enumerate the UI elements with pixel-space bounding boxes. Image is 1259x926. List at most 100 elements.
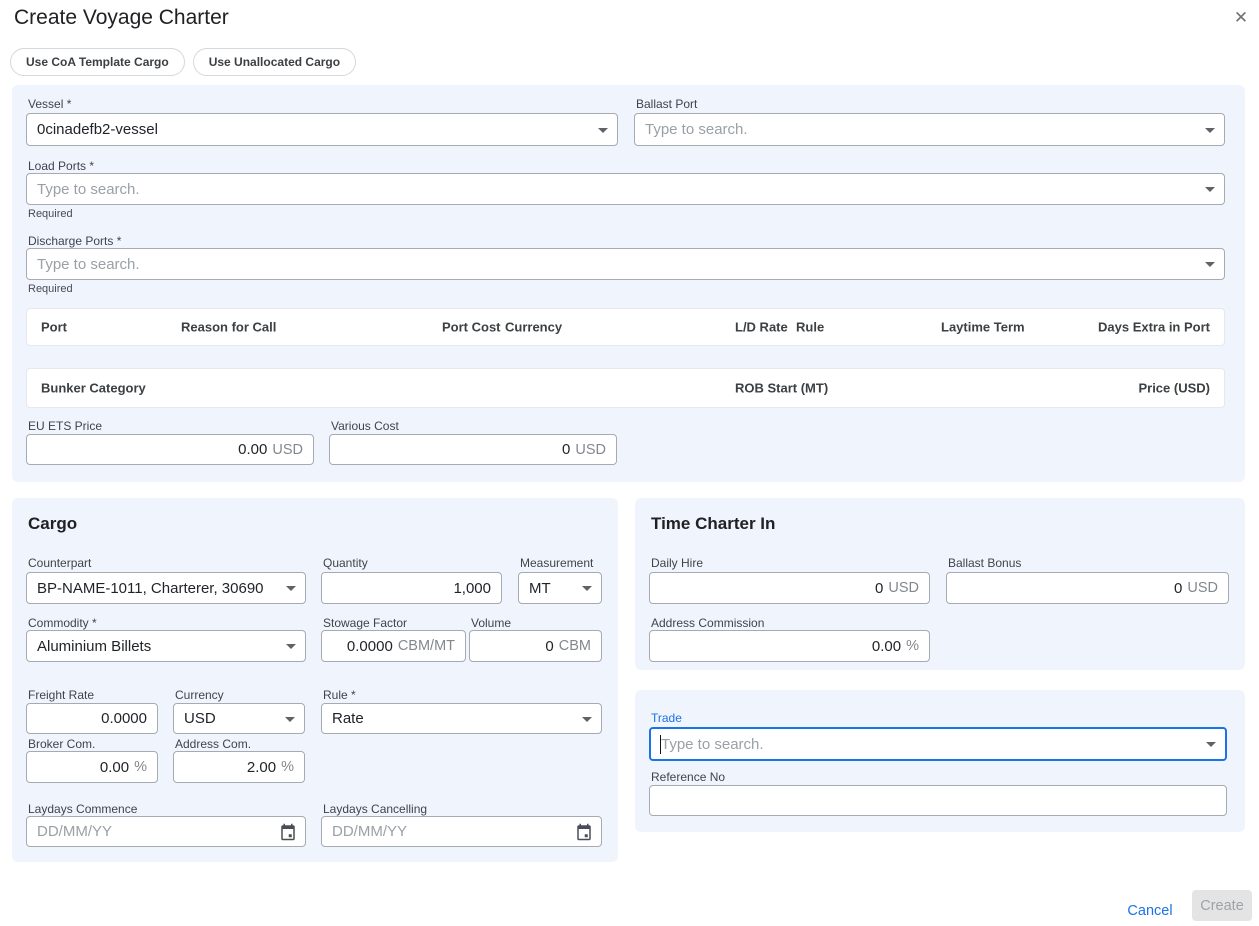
volume-label: Volume bbox=[471, 616, 511, 630]
create-button[interactable]: Create bbox=[1192, 890, 1252, 921]
vessel-value: 0cinadefb2-vessel bbox=[37, 121, 158, 138]
counterpart-value: BP-NAME-1011, Charterer, 30690 bbox=[37, 580, 264, 597]
col-laytime-term: Laytime Term bbox=[941, 320, 1025, 335]
various-cost-input[interactable]: 0 USD bbox=[329, 434, 617, 465]
laydays-cancelling-input[interactable] bbox=[332, 823, 569, 840]
counterpart-select[interactable]: BP-NAME-1011, Charterer, 30690 bbox=[26, 572, 306, 604]
col-currency: Currency bbox=[505, 320, 562, 335]
col-bunker-category: Bunker Category bbox=[41, 381, 146, 396]
col-rob-start: ROB Start (MT) bbox=[735, 381, 828, 396]
bunkers-table-header: Bunker Category ROB Start (MT) Price (US… bbox=[26, 368, 1225, 408]
reference-no-label: Reference No bbox=[651, 770, 725, 784]
currency-value: USD bbox=[184, 710, 216, 727]
rule-select[interactable]: Rate bbox=[321, 703, 602, 734]
use-unallocated-cargo-button[interactable]: Use Unallocated Cargo bbox=[193, 48, 356, 76]
ballast-bonus-label: Ballast Bonus bbox=[948, 556, 1021, 570]
chevron-down-icon bbox=[1205, 187, 1215, 192]
trade-input[interactable] bbox=[661, 736, 1199, 753]
calendar-icon[interactable] bbox=[575, 823, 593, 841]
cargo-panel: Cargo Counterpart BP-NAME-1011, Chartere… bbox=[12, 498, 618, 862]
commodity-label: Commodity * bbox=[28, 616, 97, 630]
stowage-factor-input[interactable]: 0.0000 CBM/MT bbox=[321, 630, 466, 662]
reference-no-input[interactable] bbox=[660, 792, 1216, 809]
close-icon[interactable]: ✕ bbox=[1230, 7, 1252, 29]
measurement-select[interactable]: MT bbox=[518, 572, 602, 604]
quantity-label: Quantity bbox=[323, 556, 368, 570]
rule-value: Rate bbox=[332, 710, 364, 727]
address-commission-value: 0.00 bbox=[660, 638, 901, 655]
quantity-input[interactable]: 1,000 bbox=[321, 572, 502, 604]
reference-no-field bbox=[649, 785, 1227, 816]
col-port-cost: Port Cost bbox=[442, 320, 501, 335]
chevron-down-icon bbox=[1205, 128, 1215, 133]
address-com-input[interactable]: 2.00 % bbox=[173, 751, 305, 783]
chevron-down-icon bbox=[285, 717, 295, 722]
trade-panel: Trade Reference No bbox=[635, 690, 1245, 832]
chevron-down-icon bbox=[286, 644, 296, 649]
freight-rate-input[interactable]: 0.0000 bbox=[26, 703, 158, 734]
freight-rate-label: Freight Rate bbox=[28, 688, 94, 702]
eu-ets-price-label: EU ETS Price bbox=[28, 419, 102, 433]
various-cost-value: 0 bbox=[340, 441, 570, 458]
address-com-value: 2.00 bbox=[184, 759, 276, 776]
broker-com-value: 0.00 bbox=[37, 759, 129, 776]
ballast-bonus-input[interactable]: 0 USD bbox=[946, 572, 1229, 604]
quantity-value: 1,000 bbox=[332, 580, 491, 597]
laydays-commence-input[interactable] bbox=[37, 823, 273, 840]
chevron-down-icon bbox=[1205, 262, 1215, 267]
address-com-unit: % bbox=[281, 759, 294, 775]
daily-hire-input[interactable]: 0 USD bbox=[649, 572, 930, 604]
vessel-select[interactable]: 0cinadefb2-vessel bbox=[26, 113, 618, 146]
trade-field bbox=[649, 727, 1227, 761]
time-charter-in-panel: Time Charter In Daily Hire 0 USD Ballast… bbox=[635, 498, 1245, 670]
col-days-extra-in-port: Days Extra in Port bbox=[1098, 320, 1210, 335]
col-port: Port bbox=[41, 320, 67, 335]
stowage-factor-label: Stowage Factor bbox=[323, 616, 407, 630]
use-coa-template-cargo-button[interactable]: Use CoA Template Cargo bbox=[10, 48, 185, 76]
eu-ets-price-input[interactable]: 0.00 USD bbox=[26, 434, 314, 465]
load-ports-label: Load Ports * bbox=[28, 159, 94, 173]
stowage-factor-unit: CBM/MT bbox=[398, 638, 455, 654]
measurement-label: Measurement bbox=[520, 556, 593, 570]
vessel-label: Vessel * bbox=[28, 97, 71, 111]
commodity-value: Aluminium Billets bbox=[37, 638, 151, 655]
various-cost-unit: USD bbox=[575, 442, 606, 458]
broker-com-label: Broker Com. bbox=[28, 737, 95, 751]
various-cost-label: Various Cost bbox=[331, 419, 399, 433]
rule-label: Rule * bbox=[323, 688, 356, 702]
broker-com-input[interactable]: 0.00 % bbox=[26, 751, 158, 783]
chevron-down-icon bbox=[582, 717, 592, 722]
volume-input[interactable]: 0 CBM bbox=[469, 630, 602, 662]
daily-hire-label: Daily Hire bbox=[651, 556, 703, 570]
freight-rate-value: 0.0000 bbox=[37, 710, 147, 727]
ballast-port-input[interactable] bbox=[645, 121, 1198, 138]
daily-hire-unit: USD bbox=[888, 580, 919, 596]
ports-table-header: Port Reason for Call Port Cost Currency … bbox=[26, 308, 1225, 346]
currency-select[interactable]: USD bbox=[173, 703, 305, 734]
discharge-ports-input[interactable] bbox=[37, 256, 1198, 273]
page-title: Create Voyage Charter bbox=[14, 6, 229, 30]
col-price-usd: Price (USD) bbox=[1138, 381, 1210, 396]
col-rule: Rule bbox=[796, 320, 824, 335]
chevron-down-icon bbox=[1206, 742, 1216, 747]
counterpart-label: Counterpart bbox=[28, 556, 91, 570]
cancel-button[interactable]: Cancel bbox=[1122, 896, 1178, 926]
load-ports-input[interactable] bbox=[37, 181, 1198, 198]
address-commission-input[interactable]: 0.00 % bbox=[649, 630, 930, 662]
volume-value: 0 bbox=[480, 638, 554, 655]
cargo-source-chips: Use CoA Template Cargo Use Unallocated C… bbox=[10, 48, 356, 76]
col-ld-rate: L/D Rate bbox=[735, 320, 788, 335]
address-commission-label: Address Commission bbox=[651, 616, 764, 630]
laydays-commence-label: Laydays Commence bbox=[28, 802, 137, 816]
load-ports-field bbox=[26, 173, 1225, 205]
discharge-ports-required-helper: Required bbox=[28, 283, 73, 295]
load-ports-required-helper: Required bbox=[28, 208, 73, 220]
calendar-icon[interactable] bbox=[279, 823, 297, 841]
stowage-factor-value: 0.0000 bbox=[332, 638, 393, 655]
eu-ets-price-unit: USD bbox=[272, 442, 303, 458]
commodity-select[interactable]: Aluminium Billets bbox=[26, 630, 306, 662]
laydays-cancelling-field bbox=[321, 816, 602, 847]
laydays-cancelling-label: Laydays Cancelling bbox=[323, 802, 427, 816]
chevron-down-icon bbox=[598, 128, 608, 133]
laydays-commence-field bbox=[26, 816, 306, 847]
